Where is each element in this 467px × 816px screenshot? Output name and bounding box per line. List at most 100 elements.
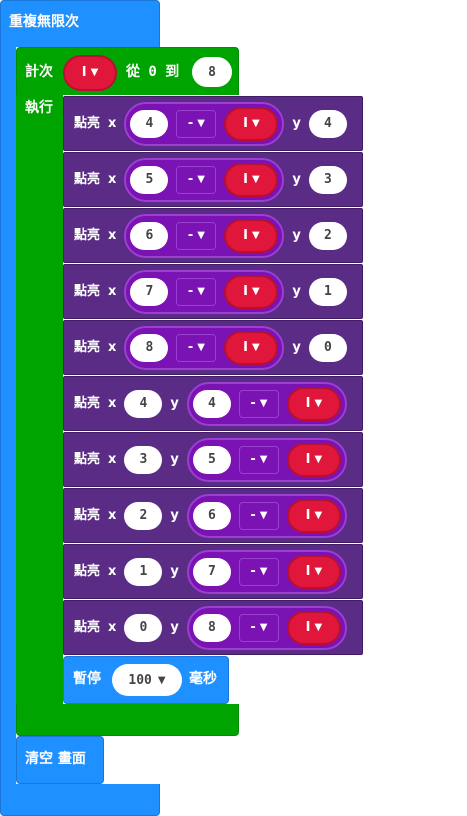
plot-label: 點亮 xyxy=(74,507,101,523)
variable-name: I xyxy=(305,452,311,467)
operator-symbol: - xyxy=(250,396,256,411)
variable-dropdown[interactable]: I ▼ xyxy=(224,218,279,253)
operator-dropdown[interactable]: - ▼ xyxy=(176,221,217,250)
y-label: y xyxy=(170,395,179,411)
variable-dropdown[interactable]: I ▼ xyxy=(286,498,341,533)
math-block[interactable]: 8- ▼ I ▼ xyxy=(124,325,285,370)
plot-label: 點亮 xyxy=(74,619,101,635)
plot-label: 點亮 xyxy=(74,171,101,187)
math-block[interactable]: 6- ▼ I ▼ xyxy=(124,213,285,258)
pause-dropdown[interactable]: 100 ▼ xyxy=(112,664,182,696)
x-input[interactable]: 1 xyxy=(124,557,163,586)
chevron-down-icon: ▼ xyxy=(259,566,268,577)
operator-dropdown[interactable]: - ▼ xyxy=(238,613,279,642)
x-input[interactable]: 3 xyxy=(124,445,163,474)
variable-dropdown[interactable]: I ▼ xyxy=(224,162,279,197)
x-input[interactable]: 0 xyxy=(124,613,163,642)
chevron-down-icon: ▼ xyxy=(259,622,268,633)
y-input[interactable]: 1 xyxy=(308,277,347,306)
y-label: y xyxy=(292,115,301,131)
chevron-down-icon: ▼ xyxy=(251,174,260,185)
chevron-down-icon: ▼ xyxy=(197,230,205,241)
math-block[interactable]: 6- ▼ I ▼ xyxy=(186,493,347,538)
chevron-down-icon: ▼ xyxy=(259,398,268,409)
operator-dropdown[interactable]: - ▼ xyxy=(238,389,279,418)
math-block[interactable]: 5- ▼ I ▼ xyxy=(124,157,285,202)
operator-dropdown[interactable]: - ▼ xyxy=(238,557,279,586)
operator-dropdown[interactable]: - ▼ xyxy=(176,333,217,362)
x-input[interactable]: 4 xyxy=(130,109,169,138)
y-input[interactable]: 8 xyxy=(192,613,231,642)
math-block[interactable]: 8- ▼ I ▼ xyxy=(186,605,347,650)
operator-symbol: - xyxy=(187,228,194,243)
variable-dropdown[interactable]: I ▼ xyxy=(286,386,341,421)
variable-name: I xyxy=(305,620,311,635)
x-input[interactable]: 2 xyxy=(124,501,163,530)
y-input[interactable]: 6 xyxy=(192,501,231,530)
math-block[interactable]: 4- ▼ I ▼ xyxy=(186,381,347,426)
plot-block[interactable]: 點亮 x 8- ▼ I ▼ y 0 xyxy=(63,320,363,375)
math-block[interactable]: 7- ▼ I ▼ xyxy=(124,269,285,314)
operator-symbol: - xyxy=(250,564,256,579)
operator-dropdown[interactable]: - ▼ xyxy=(238,445,279,474)
plot-block-content: 點亮 x 3 y 5- ▼ I ▼ xyxy=(74,433,347,486)
math-block[interactable]: 4- ▼ I ▼ xyxy=(124,101,285,146)
y-input[interactable]: 2 xyxy=(308,221,347,250)
x-input[interactable]: 8 xyxy=(130,333,169,362)
operator-symbol: - xyxy=(187,116,194,131)
y-input[interactable]: 4 xyxy=(308,109,347,138)
y-input[interactable]: 3 xyxy=(308,165,347,194)
math-block[interactable]: 5- ▼ I ▼ xyxy=(186,437,347,482)
pause-value: 100 xyxy=(128,672,152,688)
plot-block-content: 點亮 x 8- ▼ I ▼ y 0 xyxy=(74,321,347,374)
operator-dropdown[interactable]: - ▼ xyxy=(238,501,279,530)
plot-block[interactable]: 點亮 x 6- ▼ I ▼ y 2 xyxy=(63,208,363,263)
y-label: y xyxy=(170,451,179,467)
chevron-down-icon: ▼ xyxy=(90,67,99,78)
plot-block-content: 點亮 x 4 y 4- ▼ I ▼ xyxy=(74,377,347,430)
variable-dropdown[interactable]: I ▼ xyxy=(224,330,279,365)
operator-dropdown[interactable]: - ▼ xyxy=(176,277,217,306)
x-label: x xyxy=(108,171,117,187)
chevron-down-icon: ▼ xyxy=(197,174,205,185)
math-block[interactable]: 7- ▼ I ▼ xyxy=(186,549,347,594)
plot-block[interactable]: 點亮 x 1 y 7- ▼ I ▼ xyxy=(63,544,363,599)
y-input[interactable]: 4 xyxy=(192,389,231,418)
chevron-down-icon: ▼ xyxy=(197,286,205,297)
plot-label: 點亮 xyxy=(74,395,101,411)
x-input[interactable]: 5 xyxy=(130,165,169,194)
plot-block-content: 點亮 x 1 y 7- ▼ I ▼ xyxy=(74,545,347,598)
loop-end-input[interactable]: 8 xyxy=(192,57,232,87)
variable-dropdown[interactable]: I ▼ xyxy=(224,274,279,309)
chevron-down-icon: ▼ xyxy=(157,674,166,686)
y-input[interactable]: 0 xyxy=(308,333,347,362)
variable-dropdown[interactable]: I ▼ xyxy=(224,106,279,141)
plot-block-content: 點亮 x 6- ▼ I ▼ y 2 xyxy=(74,209,347,262)
variable-name: I xyxy=(243,116,248,131)
plot-block-content: 點亮 x 7- ▼ I ▼ y 1 xyxy=(74,265,347,318)
x-label: x xyxy=(108,451,117,467)
variable-dropdown[interactable]: I ▼ xyxy=(286,610,341,645)
plot-block[interactable]: 點亮 x 7- ▼ I ▼ y 1 xyxy=(63,264,363,319)
x-label: x xyxy=(108,339,117,355)
plot-block[interactable]: 點亮 x 2 y 6- ▼ I ▼ xyxy=(63,488,363,543)
variable-dropdown[interactable]: I ▼ xyxy=(286,442,341,477)
plot-block[interactable]: 點亮 x 0 y 8- ▼ I ▼ xyxy=(63,600,363,655)
variable-dropdown[interactable]: I ▼ xyxy=(286,554,341,589)
y-input[interactable]: 7 xyxy=(192,557,231,586)
operator-symbol: - xyxy=(187,172,194,187)
operator-dropdown[interactable]: - ▼ xyxy=(176,109,217,138)
plot-block[interactable]: 點亮 x 3 y 5- ▼ I ▼ xyxy=(63,432,363,487)
x-input[interactable]: 7 xyxy=(130,277,169,306)
loop-var-dropdown[interactable]: I ▼ xyxy=(63,55,117,91)
y-label: y xyxy=(170,507,179,523)
plot-block[interactable]: 點亮 x 5- ▼ I ▼ y 3 xyxy=(63,152,363,207)
plot-block[interactable]: 點亮 x 4 y 4- ▼ I ▼ xyxy=(63,376,363,431)
x-input[interactable]: 6 xyxy=(130,221,169,250)
y-input[interactable]: 5 xyxy=(192,445,231,474)
x-label: x xyxy=(108,507,117,523)
x-label: x xyxy=(108,283,117,299)
x-input[interactable]: 4 xyxy=(124,389,163,418)
operator-dropdown[interactable]: - ▼ xyxy=(176,165,217,194)
plot-block[interactable]: 點亮 x 4- ▼ I ▼ y 4 xyxy=(63,96,363,151)
